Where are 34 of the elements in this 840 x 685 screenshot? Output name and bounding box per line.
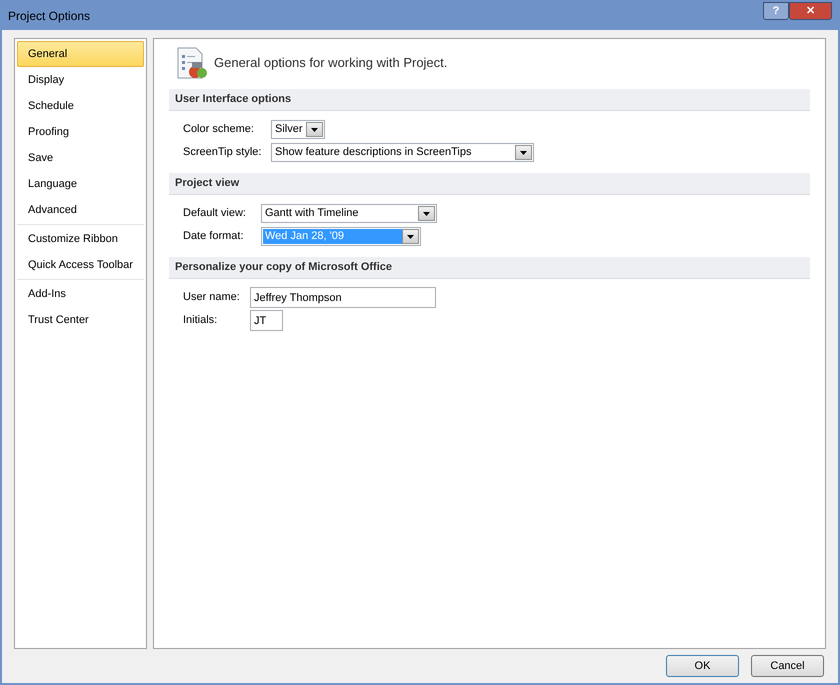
- dropdown[interactable]: Show feature descriptions in ScreenTips: [271, 143, 534, 162]
- section-header: Project view: [169, 173, 810, 195]
- sidebar-item[interactable]: Language: [17, 171, 144, 197]
- field-label: Initials:: [183, 313, 218, 328]
- cancel-button[interactable]: Cancel: [751, 655, 824, 677]
- caret-icon: [407, 234, 414, 238]
- sidebar-item[interactable]: Proofing: [17, 119, 144, 145]
- caret-icon: [423, 212, 430, 216]
- sidebar-item[interactable]: Schedule: [17, 93, 144, 119]
- sidebar-item[interactable]: Display: [17, 67, 144, 93]
- sidebar-item[interactable]: Customize Ribbon: [17, 226, 144, 252]
- field-label: Color scheme:: [183, 122, 255, 138]
- input-field[interactable]: JT: [250, 310, 283, 331]
- caret-icon: [520, 150, 527, 154]
- sidebar-item[interactable]: Trust Center: [17, 307, 144, 333]
- section-header: Personalize your copy of Microsoft Office: [169, 257, 810, 279]
- dropdown[interactable]: Silver: [271, 120, 325, 139]
- field-label: Default view:: [183, 206, 247, 222]
- section-header: User Interface options: [169, 89, 810, 111]
- ok-button[interactable]: OK: [666, 655, 739, 677]
- sidebar-item[interactable]: Advanced: [17, 197, 144, 223]
- field-label: User name:: [183, 290, 241, 306]
- field-label: Date format:: [183, 229, 245, 244]
- field-label: ScreenTip style:: [183, 145, 262, 160]
- sidebar-item[interactable]: Add-Ins: [17, 281, 144, 307]
- dropdown[interactable]: Gantt with Timeline: [261, 204, 437, 223]
- window-title: Project Options: [8, 8, 90, 25]
- input-field[interactable]: Jeffrey Thompson: [250, 287, 436, 308]
- caret-icon: [311, 128, 318, 132]
- sidebar-item[interactable]: General: [17, 41, 144, 67]
- sidebar-item[interactable]: Quick Access Toolbar: [17, 252, 144, 278]
- close-button[interactable]: ✕: [789, 2, 832, 20]
- page-heading: General options for working with Project.: [214, 54, 448, 72]
- sidebar-item[interactable]: Save: [17, 145, 144, 171]
